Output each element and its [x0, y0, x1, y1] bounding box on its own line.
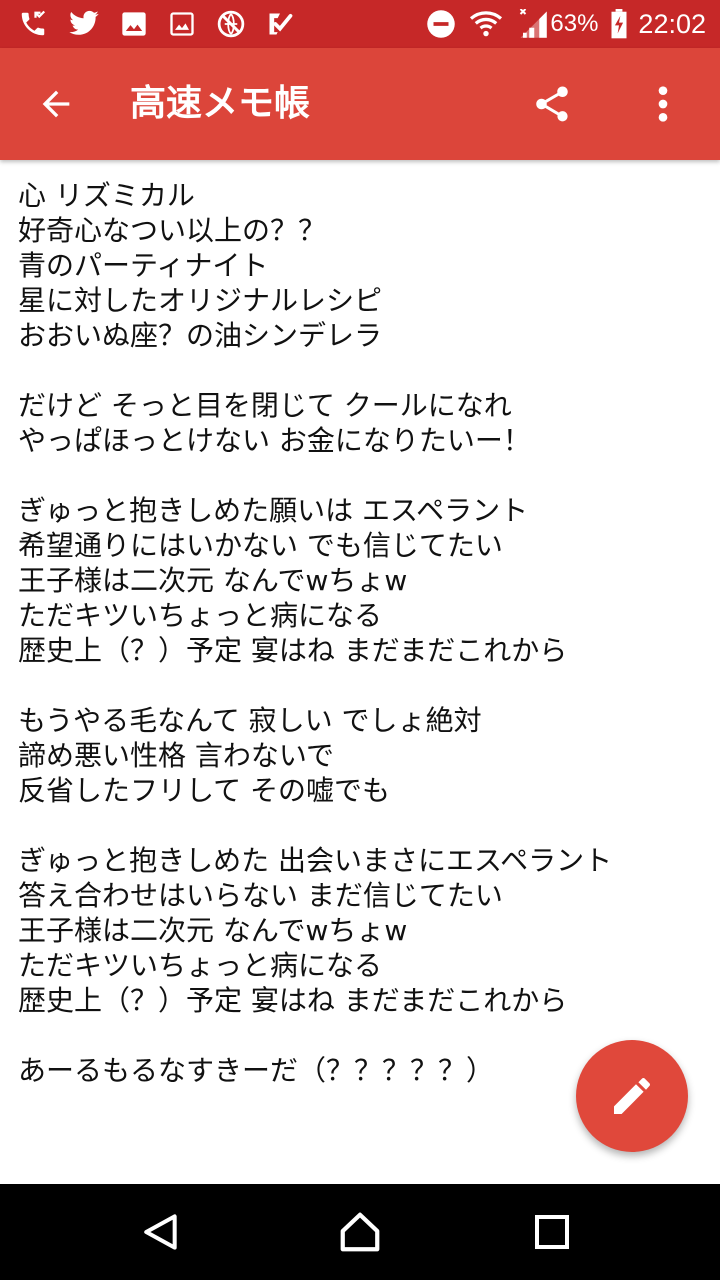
check-badge-icon — [266, 8, 294, 40]
arrow-back-icon — [42, 90, 70, 118]
app-bar: 高速メモ帳 — [0, 48, 720, 160]
do-not-disturb-icon — [426, 8, 456, 40]
back-button[interactable] — [28, 76, 84, 132]
battery-charging-icon — [610, 8, 628, 40]
memo-line: 王子様は二次元 なんでwちょw — [18, 914, 408, 947]
no-network-icon — [216, 8, 246, 40]
memo-text-area[interactable]: 心 リズミカル 好奇心なつい以上の？？ 青のパーティナイト 星に対したオリジナルレシピ… — [18, 178, 708, 1178]
twitter-icon — [68, 8, 100, 40]
memo-line: 星に対したオリジナルレシピ — [18, 284, 383, 317]
memo-line — [18, 668, 708, 703]
memo-line: 歴史上（？）予定 宴はね まだまだこれから — [18, 984, 568, 1017]
nav-back-icon — [144, 1214, 177, 1250]
memo-line: 青のパーティナイト — [18, 249, 269, 282]
share-icon — [536, 86, 568, 122]
nav-recents-button[interactable] — [528, 1208, 576, 1256]
image-icon — [120, 8, 148, 40]
share-button[interactable] — [524, 76, 580, 132]
memo-line: ぎゅっと抱きしめた 出会いまさにエスペラント — [18, 844, 613, 877]
memo-line: おおいぬ座？の油シンデレラ — [18, 319, 383, 352]
navigation-bar — [0, 1184, 720, 1280]
memo-line — [18, 353, 708, 388]
edit-fab-button[interactable] — [576, 1040, 688, 1152]
clock: 22:02 — [638, 8, 706, 39]
memo-line: 反省したフリして その嘘でも — [18, 774, 391, 807]
system-status: 63% 22:02 — [414, 8, 706, 40]
memo-line: だけど そっと目を閉じて クールになれ — [18, 389, 512, 422]
page-title: 高速メモ帳 — [130, 83, 311, 124]
memo-line — [18, 808, 708, 843]
memo-line: 諦め悪い性格 言わないで — [18, 739, 335, 772]
memo-line — [18, 458, 708, 493]
memo-line: ただキツいちょっと病になる — [18, 949, 383, 982]
nav-recents-icon — [535, 1215, 569, 1249]
memo-line: 好奇心なつい以上の？？ — [18, 214, 327, 247]
memo-line: 答え合わせはいらない まだ信じてたい — [18, 879, 503, 912]
nav-home-button[interactable] — [336, 1208, 384, 1256]
memo-line: 希望通りにはいかない でも信じてたい — [18, 529, 503, 562]
memo-line: 心 リズミカル — [18, 179, 195, 212]
signal-icon — [516, 8, 550, 40]
memo-line: もうやる毛なんて 寂しい でしょ絶対 — [18, 704, 482, 737]
more-vert-icon — [658, 86, 668, 122]
notification-icons — [18, 8, 314, 40]
status-bar: 63% 22:02 — [0, 0, 720, 48]
memo-line: 王子様は二次元 なんでwちょw — [18, 564, 408, 597]
image-outline-icon — [168, 8, 196, 40]
missed-call-icon — [18, 8, 48, 40]
memo-line: ぎゅっと抱きしめた願いは エスペラント — [18, 494, 529, 527]
wifi-icon — [468, 8, 504, 40]
battery-percentage: 63% — [550, 10, 599, 37]
memo-line: ただキツいちょっと病になる — [18, 599, 383, 632]
nav-home-icon — [340, 1212, 380, 1252]
more-options-button[interactable] — [640, 76, 686, 132]
pencil-edit-icon — [614, 1078, 650, 1114]
nav-back-button[interactable] — [136, 1208, 184, 1256]
memo-line: 歴史上（？）予定 宴はね まだまだこれから — [18, 634, 568, 667]
memo-line: やっぱほっとけない お金になりたいー！ — [18, 424, 531, 457]
